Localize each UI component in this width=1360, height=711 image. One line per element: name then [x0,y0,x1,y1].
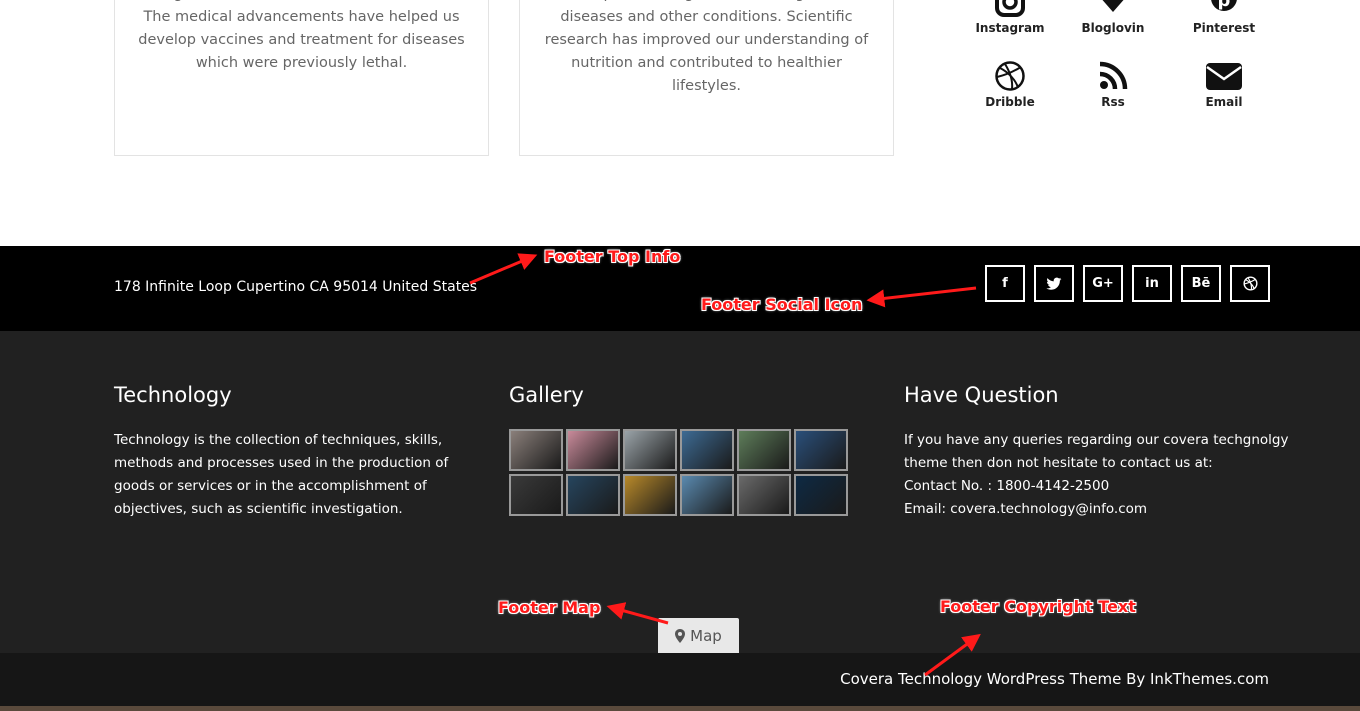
behance-button[interactable]: Bē [1181,265,1221,302]
gallery-thumbnail[interactable] [794,429,848,471]
facebook-icon: f [1002,276,1008,291]
footer-widget-question: Have Question If you have any queries re… [904,383,1294,521]
social-grid-item-pinterest[interactable]: p Pinterest [1174,0,1274,35]
widget-title: Gallery [509,383,584,407]
social-grid-item-rss[interactable]: Rss [1063,60,1163,109]
gallery-thumbnail[interactable] [509,429,563,471]
feature-card-text: techniques for diagnosis and mitigation … [544,0,869,94]
gallery-thumbnail[interactable] [566,429,620,471]
gallery-thumbnail[interactable] [737,429,791,471]
bottom-image-strip [0,706,1360,711]
widget-text: Technology is the collection of techniqu… [114,432,449,517]
svg-text:p: p [1218,0,1231,11]
social-grid-label: Instagram [975,21,1045,35]
copyright-text: Covera Technology WordPress Theme By Ink… [840,670,1269,688]
social-grid-label: Bloglovin [1081,21,1145,35]
contact-email: Email: covera.technology@info.com [904,501,1148,517]
linkedin-button[interactable]: in [1132,265,1172,302]
widget-title: Have Question [904,383,1059,407]
social-grid-item-bloglovin[interactable]: Bloglovin [1063,0,1163,35]
social-grid-item-instagram[interactable]: Instagram [960,0,1060,35]
social-grid-item-email[interactable]: Email [1174,60,1274,109]
social-grid-label: Email [1205,95,1243,109]
annotation-footer-map: Footer Map [498,598,601,617]
gallery-thumbnail[interactable] [623,429,677,471]
footer-widget-technology: Technology Technology is the collection … [114,383,464,521]
map-marker-icon [675,628,686,643]
widget-title: Technology [114,383,232,407]
instagram-icon [995,0,1025,17]
behance-icon: Bē [1191,276,1211,291]
feature-card: techniques for diagnosis and mitigation … [519,0,894,156]
gallery-thumbnail[interactable] [566,474,620,516]
social-grid-label: Pinterest [1192,21,1256,35]
footer-main: Technology Technology is the collection … [0,331,1360,653]
facebook-button[interactable]: f [985,265,1025,302]
question-intro: If you have any queries regarding our co… [904,432,1289,471]
google-plus-button[interactable]: G+ [1083,265,1123,302]
content-section: longer and much more comfortable lives. … [0,0,1360,246]
pinterest-icon: p [1211,0,1237,11]
gallery-thumbnail[interactable] [623,474,677,516]
map-label: Map [690,626,722,645]
contact-number: Contact No. : 1800-4142-2500 [904,478,1110,494]
twitter-icon [1046,277,1062,290]
footer-copyright-bar: Covera Technology WordPress Theme By Ink… [0,653,1360,711]
footer-social-icons: f G+ in Bē [985,265,1270,302]
dribbble-button[interactable] [1230,265,1270,302]
google-plus-icon: G+ [1092,276,1114,291]
footer-widget-gallery: Gallery [509,383,869,516]
feature-card-text: longer and much more comfortable lives. … [138,0,465,71]
annotation-footer-social-icon: Footer Social Icon [701,295,863,314]
dribbble-icon [995,61,1025,91]
linkedin-icon: in [1145,276,1159,291]
feature-card: longer and much more comfortable lives. … [114,0,489,156]
widget-text: If you have any queries regarding our co… [904,429,1294,521]
gallery-thumbnail[interactable] [737,474,791,516]
bloglovin-icon [1102,0,1124,12]
annotation-footer-top-info: Footer Top Info [544,247,681,266]
email-icon [1206,63,1242,90]
dribbble-icon [1242,276,1258,291]
gallery-grid [509,429,869,516]
social-grid-item-dribbble[interactable]: Dribble [960,60,1060,109]
social-icons-grid: Instagram Bloglovin p Pinterest Dribble … [960,0,1280,120]
rss-icon [1099,61,1128,90]
social-grid-label: Rss [1101,95,1125,109]
social-grid-label: Dribble [985,95,1035,109]
gallery-thumbnail[interactable] [680,474,734,516]
footer-address: 178 Infinite Loop Cupertino CA 95014 Uni… [114,279,478,295]
gallery-thumbnail[interactable] [680,429,734,471]
annotation-footer-copyright: Footer Copyright Text [940,597,1136,616]
gallery-thumbnail[interactable] [794,474,848,516]
map-toggle-button[interactable]: Map [658,618,739,653]
twitter-button[interactable] [1034,265,1074,302]
gallery-thumbnail[interactable] [509,474,563,516]
